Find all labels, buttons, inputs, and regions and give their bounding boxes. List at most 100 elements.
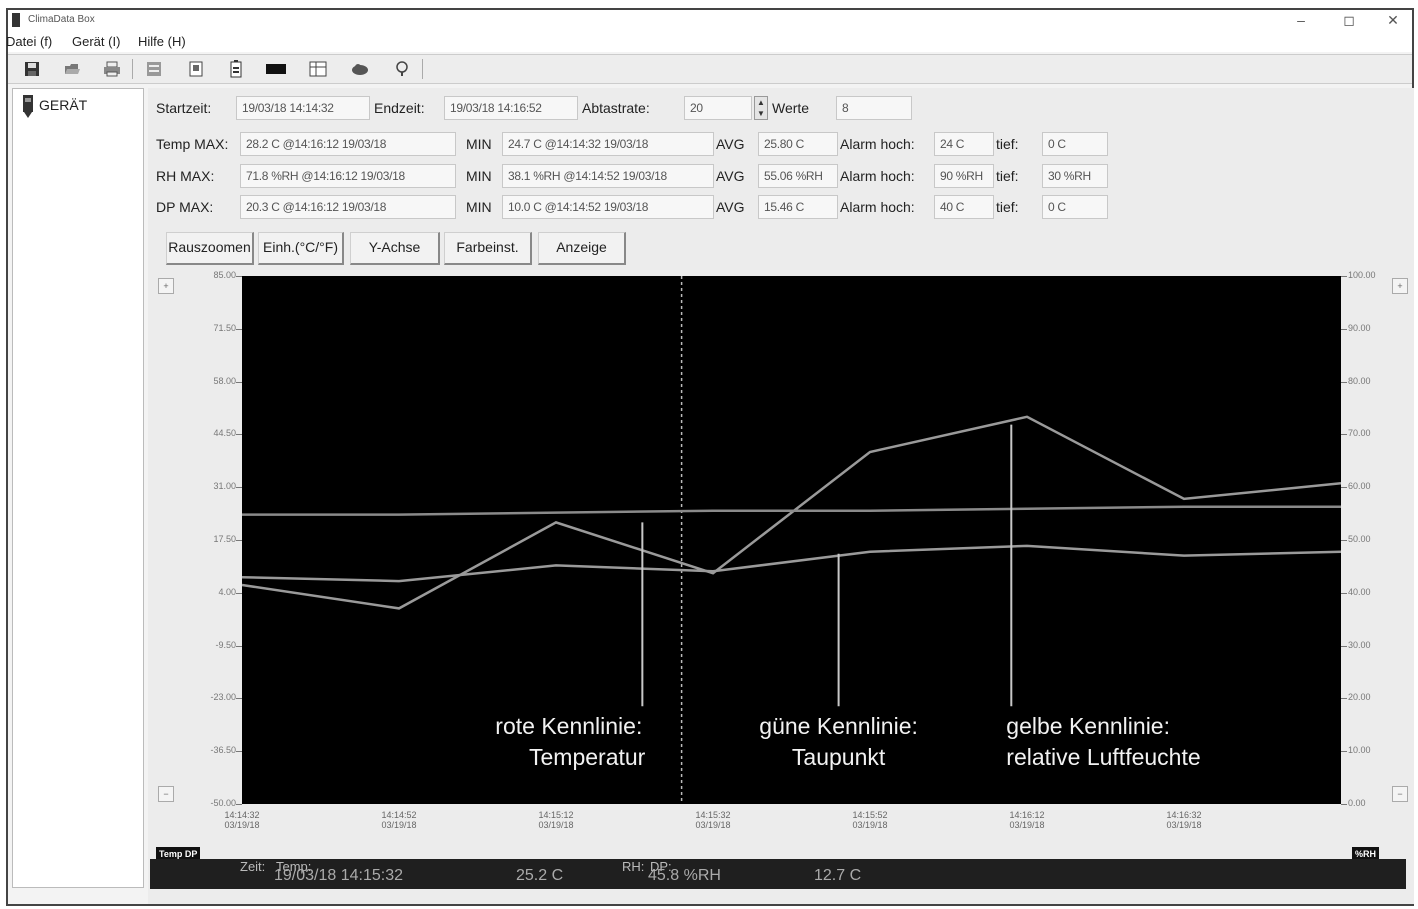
right-axis-scroll-down[interactable]: − xyxy=(1392,786,1408,802)
annotation-label-1-1: Taupunkt xyxy=(792,744,886,770)
end-time-field: 19/03/18 14:16:52 xyxy=(444,96,578,120)
right-axis-scroll-up[interactable]: + xyxy=(1392,278,1408,294)
annotation-label-2-1: relative Luftfeuchte xyxy=(1006,744,1200,770)
temp-alarm-low-field: 0 C xyxy=(1042,132,1108,156)
main-panel: Startzeit: 19/03/18 14:14:32 Endzeit: 19… xyxy=(148,88,1414,904)
x-tick-label: 14:14:32 03/19/18 xyxy=(224,810,260,830)
status-rh-value: 45.8 %RH xyxy=(648,867,721,884)
annotation-label-0-1: Temperatur xyxy=(529,744,646,770)
left-y-tick-label: 71.50 xyxy=(213,322,236,333)
right-y-tick xyxy=(1341,487,1347,489)
tree-item-device[interactable]: GERÄT xyxy=(39,97,87,113)
minimize-button[interactable]: – xyxy=(1286,10,1316,30)
export-icon[interactable] xyxy=(184,58,208,80)
right-y-tick xyxy=(1341,751,1347,753)
temp-alarm-low-label: tief: xyxy=(996,136,1019,152)
dp-alarm-high-field: 40 C xyxy=(934,195,994,219)
left-axis-scroll-up[interactable]: + xyxy=(158,278,174,294)
right-y-tick-label: 90.00 xyxy=(1348,322,1371,333)
right-y-tick-label: 60.00 xyxy=(1348,481,1371,492)
app-icon xyxy=(12,13,20,27)
toolbar-separator xyxy=(132,59,133,79)
color-settings-button[interactable]: Farbeinst. xyxy=(444,232,532,265)
series-line-0 xyxy=(241,544,1342,583)
status-time-value: 19/03/18 14:15:32 xyxy=(274,867,404,884)
save-icon[interactable] xyxy=(20,58,44,80)
right-y-tick xyxy=(1341,434,1347,436)
left-y-tick-label: -36.50 xyxy=(210,745,236,756)
chart-plot[interactable]: rote Kennlinie: Temperatur güne Kennlinie:… xyxy=(241,276,1342,804)
device-icon xyxy=(23,95,33,118)
device-icon[interactable] xyxy=(264,58,288,80)
right-y-tick xyxy=(1341,540,1347,541)
right-y-tick-label: 40.00 xyxy=(1348,586,1371,597)
menu-file[interactable]: Datei (f) xyxy=(6,34,52,49)
sample-rate-label: Abtastrate: xyxy=(582,100,650,116)
sample-rate-field[interactable]: 20 xyxy=(684,96,752,120)
values-count-field: 8 xyxy=(836,96,912,120)
y-axis-button[interactable]: Y-Achse xyxy=(350,232,440,265)
import-icon[interactable] xyxy=(142,58,166,80)
dp-max-label: DP MAX: xyxy=(156,199,214,215)
info-icon[interactable] xyxy=(390,58,414,80)
x-tick-label: 14:15:32 03/19/18 xyxy=(695,810,731,830)
temp-alarm-high-label: Alarm hoch: xyxy=(840,136,915,152)
zoom-out-button[interactable]: Rauszoomen xyxy=(166,232,254,265)
unit-toggle-button[interactable]: Einh.(°C/°F) xyxy=(258,232,344,265)
cloud-icon[interactable] xyxy=(348,58,372,80)
menu-bar: Datei (f) Gerät (I) Hilfe (H) xyxy=(6,32,1412,52)
left-y-tick-label: -9.50 xyxy=(215,639,236,650)
rh-alarm-high-field: 90 %RH xyxy=(934,164,994,188)
left-y-tick-label: -23.00 xyxy=(210,692,236,703)
left-y-tick-label: 85.00 xyxy=(213,270,236,280)
table-icon[interactable] xyxy=(306,58,330,80)
annotation-label-2-0: gelbe Kennlinie: xyxy=(1006,713,1170,739)
left-y-tick-label: 17.50 xyxy=(213,534,236,544)
open-icon[interactable] xyxy=(60,58,84,80)
left-y-tick-label: 4.00 xyxy=(218,586,236,597)
rh-max-label: RH MAX: xyxy=(156,168,215,184)
right-y-tick-label: 30.00 xyxy=(1348,639,1371,650)
left-y-tick-label: 44.50 xyxy=(213,428,236,439)
status-temp-value: 25.2 C xyxy=(516,867,564,884)
status-rh-label: RH: xyxy=(622,859,645,874)
menu-help[interactable]: Hilfe (H) xyxy=(138,34,186,49)
display-button[interactable]: Anzeige xyxy=(538,232,626,265)
annotation-label-0-0: rote Kennlinie: xyxy=(495,713,642,739)
menu-device[interactable]: Gerät (I) xyxy=(72,34,120,49)
status-dp-value: 12.7 C xyxy=(814,867,862,884)
close-button[interactable]: ✕ xyxy=(1378,10,1408,30)
left-axis-scroll-down[interactable]: − xyxy=(158,786,174,802)
chart-svg: rote Kennlinie: Temperatur güne Kennlinie:… xyxy=(241,276,1342,804)
toolbar xyxy=(8,54,1412,84)
x-tick-label: 14:15:52 03/19/18 xyxy=(852,810,888,830)
left-y-tick xyxy=(236,804,242,805)
start-time-label: Startzeit: xyxy=(156,100,212,116)
maximize-button[interactable]: ◻ xyxy=(1334,10,1364,30)
x-tick-label: 14:16:32 03/19/18 xyxy=(1166,810,1202,830)
dp-avg-field: 15.46 C xyxy=(758,195,838,219)
status-bar: Zeit: Temp: 19/03/18 14:15:32 25.2 C RH:… xyxy=(150,859,1406,889)
right-y-tick-label: 80.00 xyxy=(1348,375,1371,386)
right-y-tick-label: 10.00 xyxy=(1348,745,1371,756)
rh-min-label: MIN xyxy=(466,168,492,184)
print-icon[interactable] xyxy=(100,58,124,80)
temp-avg-label: AVG xyxy=(716,136,745,152)
toolbar-separator xyxy=(422,59,423,79)
annotation-label-1-0: güne Kennlinie: xyxy=(759,713,918,739)
right-y-tick xyxy=(1341,592,1347,594)
dp-alarm-low-field: 0 C xyxy=(1042,195,1108,219)
battery-icon[interactable] xyxy=(224,58,248,80)
sample-rate-spinner[interactable]: ▲ ▼ xyxy=(754,96,768,120)
rh-alarm-low-label: tief: xyxy=(996,168,1019,184)
app-window: ClimaData Box – ◻ ✕ Datei (f) Gerät (I) … xyxy=(6,8,1414,906)
right-y-tick xyxy=(1341,698,1347,700)
right-y-tick xyxy=(1341,804,1347,805)
x-tick-label: 14:14:52 03/19/18 xyxy=(381,810,417,830)
right-y-tick-label: 0.00 xyxy=(1348,798,1366,808)
rh-alarm-high-label: Alarm hoch: xyxy=(840,168,915,184)
right-y-tick xyxy=(1341,276,1347,277)
right-y-tick xyxy=(1341,645,1347,647)
dp-alarm-high-label: Alarm hoch: xyxy=(840,199,915,215)
dp-max-field: 20.3 C @14:16:12 19/03/18 xyxy=(240,195,456,219)
